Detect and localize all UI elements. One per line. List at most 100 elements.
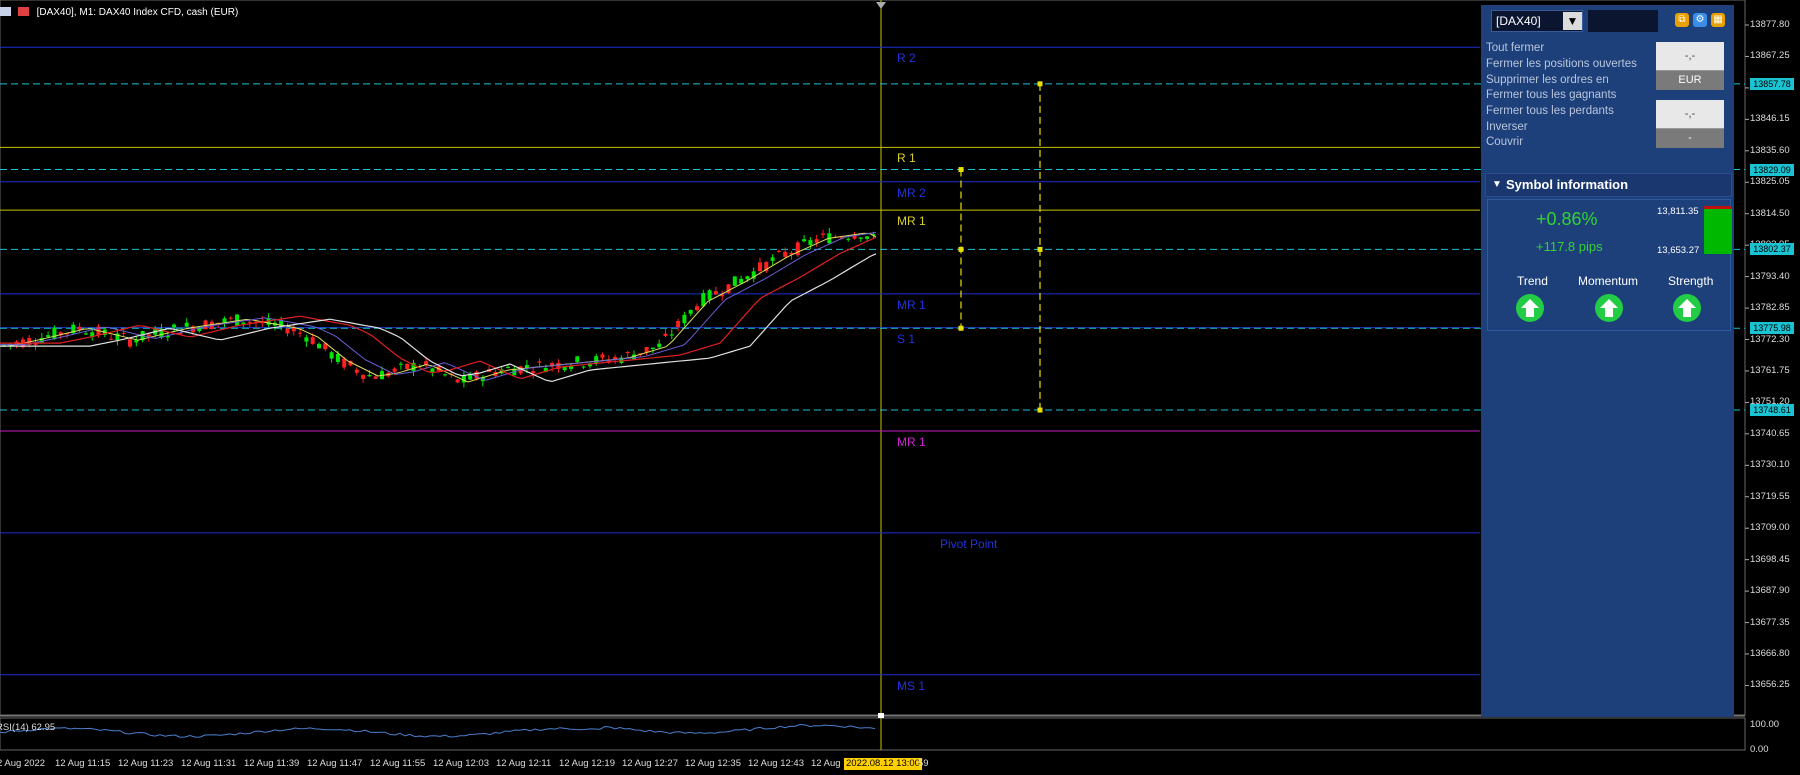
candle <box>562 366 567 371</box>
close-winners-button[interactable]: Fermer tous les gagnants <box>1486 89 1616 101</box>
copy-icon[interactable]: ⧉ <box>1675 13 1689 27</box>
candle <box>581 366 586 368</box>
candle <box>758 262 762 272</box>
candle <box>405 363 410 370</box>
strength-label: Strength <box>1668 274 1714 288</box>
pivot-label: R 2 <box>897 51 916 66</box>
pivot-label: MR 1 <box>897 214 926 229</box>
candle <box>663 333 668 336</box>
price-axis-label: 13793.40 <box>1750 270 1790 282</box>
candle <box>172 324 177 328</box>
candle <box>443 374 447 376</box>
pips-box[interactable]: -,- - <box>1656 100 1724 148</box>
symbol-select-value: [DAX40] <box>1496 14 1541 28</box>
range-anchor <box>1037 407 1043 413</box>
close-losers-button[interactable]: Fermer tous les perdants <box>1486 105 1614 117</box>
candle <box>52 327 57 339</box>
candle <box>373 376 378 379</box>
ma-red-line <box>0 236 877 380</box>
candle <box>455 379 460 383</box>
pivot-label: MS 1 <box>897 678 926 693</box>
rsi-axis-top: 100.00 <box>1750 719 1780 730</box>
pivot-label: S 1 <box>897 331 916 346</box>
rsi-line <box>0 723 876 738</box>
candle <box>739 278 744 284</box>
price-axis-label: 13814.50 <box>1750 207 1790 219</box>
candle <box>361 374 366 379</box>
range-anchor <box>958 167 964 173</box>
candle <box>795 242 800 256</box>
candle <box>329 352 334 359</box>
ma-mid-line <box>0 231 877 381</box>
price-axis-label: 13782.85 <box>1750 302 1790 314</box>
candle <box>291 327 296 332</box>
time-axis-label: 12 Aug 12:43 <box>748 758 804 769</box>
pivot-label: Pivot Point <box>940 536 998 551</box>
hedge-button[interactable]: Couvrir <box>1486 136 1523 148</box>
chart-menu-icon[interactable] <box>0 7 11 16</box>
candle <box>83 333 88 335</box>
candle <box>146 334 151 337</box>
time-axis-label: 12 Aug 11:31 <box>181 758 237 769</box>
time-axis-label: 12 Aug 12:27 <box>622 758 678 769</box>
price-axis-label: 13687.90 <box>1750 585 1790 597</box>
candle <box>222 318 227 323</box>
lot-input[interactable] <box>1588 10 1658 32</box>
candle <box>342 358 347 368</box>
time-axis-label: 12 Aug 12:11 <box>496 758 552 769</box>
profit-currency: EUR <box>1656 70 1724 90</box>
candle <box>228 317 233 319</box>
reverse-button[interactable]: Inverser <box>1486 121 1528 133</box>
candle <box>537 361 542 363</box>
candle <box>121 332 126 334</box>
delete-orders-button[interactable]: Supprimer les ordres en <box>1486 74 1609 86</box>
price-tag: 13829.09 <box>1750 163 1794 176</box>
candle <box>650 347 655 349</box>
pivot-label: MR 1 <box>897 297 926 312</box>
range-anchor <box>958 325 964 331</box>
time-cursor-suffix: 59 <box>918 758 929 769</box>
range-anchor <box>1037 246 1043 252</box>
candle <box>310 337 315 344</box>
candle <box>669 334 674 336</box>
symbol-info-header[interactable]: ▼ Symbol information <box>1485 173 1732 197</box>
candle <box>713 291 718 295</box>
close-open-positions-button[interactable]: Fermer les positions ouvertes <box>1486 58 1637 70</box>
chart-type-icon[interactable] <box>17 7 29 16</box>
window-title: [DAX40], M1: DAX40 Index CFD, cash (EUR) <box>36 7 239 18</box>
candle <box>821 233 825 235</box>
gear-icon[interactable]: ⚙ <box>1693 13 1707 27</box>
ma-white-line <box>0 253 877 383</box>
momentum-label: Momentum <box>1578 274 1639 288</box>
expand-icon[interactable]: ▦ <box>1711 13 1725 27</box>
day-high: 13,811.35 <box>1657 206 1699 217</box>
time-axis-label: 12 Aug 11:15 <box>55 758 111 769</box>
profit-value: -,- <box>1656 42 1724 70</box>
pips-value: -,- <box>1656 100 1724 128</box>
collapse-triangle-icon: ▼ <box>1492 179 1502 190</box>
pivot-label: R 1 <box>897 151 916 166</box>
candle <box>707 290 712 300</box>
chevron-down-icon[interactable]: ▼ <box>1563 12 1582 30</box>
time-cursor-handle <box>878 713 884 718</box>
rsi-frame <box>0 717 1746 751</box>
symbol-info-body: +0.86% +117.8 pips 13,811.35 13,653.27 T… <box>1487 199 1732 331</box>
candle <box>600 354 605 358</box>
candle <box>808 240 813 245</box>
candle <box>128 339 132 347</box>
price-axis-label: 13846.15 <box>1750 113 1790 125</box>
time-axis-label: 12 Aug 12:35 <box>685 758 741 769</box>
candle <box>247 321 252 323</box>
time-axis-label: 12 Aug 11:55 <box>370 758 426 769</box>
candle <box>858 237 863 239</box>
candle <box>335 353 340 362</box>
candle <box>575 356 580 362</box>
range-bar <box>1704 206 1732 254</box>
price-tag: 13802.37 <box>1750 243 1794 256</box>
close-all-button[interactable]: Tout fermer <box>1486 42 1544 54</box>
price-axis-label: 13677.35 <box>1750 616 1790 628</box>
candle <box>304 337 309 342</box>
profit-box[interactable]: -,- EUR <box>1656 42 1724 90</box>
time-axis-label: 12 Aug 11:23 <box>118 758 174 769</box>
pips-unit: - <box>1656 128 1724 148</box>
